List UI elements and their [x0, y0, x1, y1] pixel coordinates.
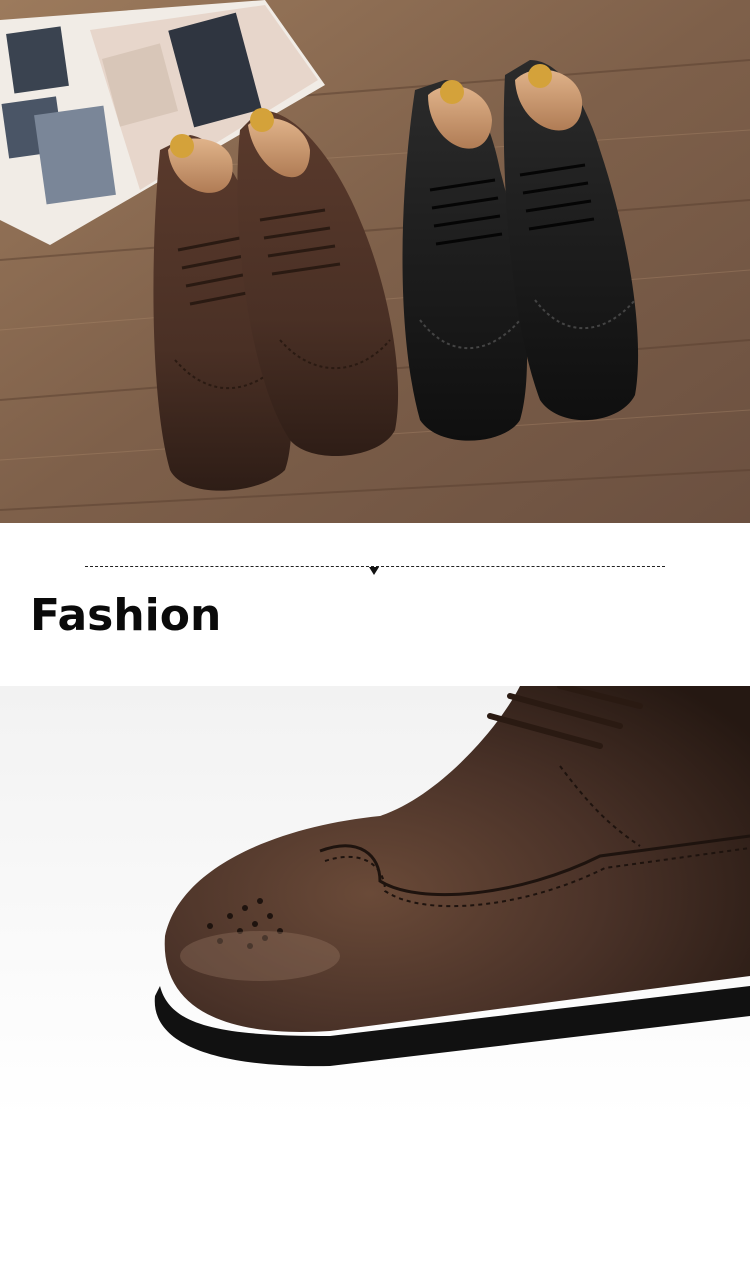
- product-photo-top: [0, 0, 750, 523]
- down-arrow-icon: [369, 567, 379, 575]
- section-heading: Fashion: [30, 590, 222, 641]
- brogue-toe-closeup-illustration: [0, 686, 750, 1118]
- product-photo-closeup: [0, 686, 750, 1118]
- shoes-on-floor-illustration: [0, 0, 750, 523]
